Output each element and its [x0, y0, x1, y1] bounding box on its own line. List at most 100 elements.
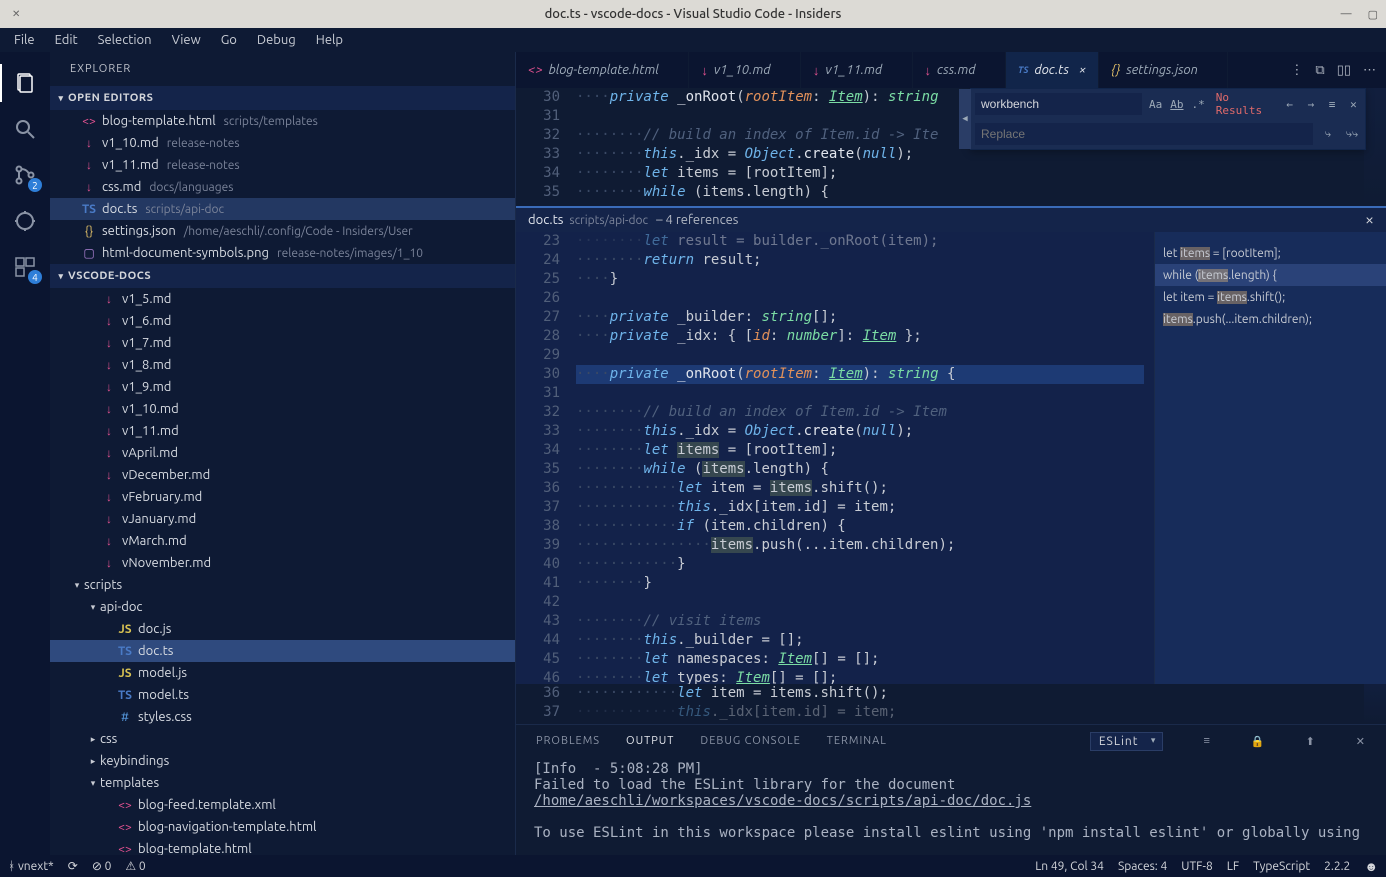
reference-item[interactable]: let item = items.shift(); — [1155, 286, 1386, 308]
status-tsversion[interactable]: 2.2.2 — [1324, 860, 1350, 873]
editor-tab[interactable]: ↓v1_11.md× — [801, 52, 913, 88]
compare-icon[interactable]: ⧉ — [1315, 63, 1324, 78]
file-item[interactable]: ↓vNovember.md — [50, 552, 515, 574]
status-branch[interactable]: ᚼ vnext* — [8, 860, 54, 873]
minimap[interactable] — [1364, 88, 1386, 206]
reference-item[interactable]: items.push(...item.children); — [1155, 308, 1386, 330]
file-item[interactable]: <>blog-feed.template.xml — [50, 794, 515, 816]
minimap[interactable] — [1364, 684, 1386, 724]
editor-lower[interactable]: 3637 ············let item = items.shift(… — [516, 684, 1386, 724]
editor-tab[interactable]: TSdoc.ts× — [1006, 52, 1099, 88]
window-close-icon[interactable]: ✕ — [6, 8, 26, 20]
folder-item[interactable]: ▾api-doc — [50, 596, 515, 618]
open-editor-item[interactable]: TSdoc.tsscripts/api-doc — [50, 198, 515, 220]
editor-upper[interactable]: 303132333435 ····private _onRoot(rootIte… — [516, 88, 1386, 206]
panel-tab-output[interactable]: OUTPUT — [626, 735, 674, 747]
folder-item[interactable]: ▸keybindings — [50, 750, 515, 772]
more-icon[interactable]: ⋯ — [1363, 63, 1376, 78]
find-toggle-replace-icon[interactable]: ◀ — [959, 89, 971, 149]
activity-debug-icon[interactable] — [0, 198, 50, 244]
file-item[interactable]: ↓v1_6.md — [50, 310, 515, 332]
file-item[interactable]: ↓vMarch.md — [50, 530, 515, 552]
folder-item[interactable]: ▾templates — [50, 772, 515, 794]
panel-maximize-icon[interactable]: ⬆ — [1306, 735, 1316, 748]
status-eol[interactable]: LF — [1227, 860, 1239, 873]
file-item[interactable]: ↓vDecember.md — [50, 464, 515, 486]
menu-debug[interactable]: Debug — [247, 31, 306, 49]
file-item[interactable]: ↓v1_10.md — [50, 398, 515, 420]
replace-input[interactable] — [975, 123, 1313, 145]
file-item[interactable]: ↓v1_9.md — [50, 376, 515, 398]
activity-search-icon[interactable] — [0, 106, 50, 152]
tab-close-icon[interactable]: × — [1079, 63, 1086, 77]
menu-help[interactable]: Help — [306, 31, 353, 49]
panel-lock-icon[interactable]: 🔒 — [1251, 735, 1266, 748]
activity-extensions-icon[interactable]: 4 — [0, 244, 50, 290]
panel-tab-problems[interactable]: PROBLEMS — [536, 735, 600, 747]
output-body[interactable]: [Info - 5:08:28 PM] Failed to load the E… — [516, 757, 1386, 850]
file-item[interactable]: TSmodel.ts — [50, 684, 515, 706]
output-channel-select[interactable]: ESLint — [1090, 732, 1164, 751]
activity-explorer-icon[interactable] — [0, 60, 50, 106]
open-editor-item[interactable]: ↓css.mddocs/languages — [50, 176, 515, 198]
editor-tab[interactable]: ↓css.md× — [913, 52, 1006, 88]
find-prev-icon[interactable]: ← — [1282, 98, 1297, 111]
find-next-icon[interactable]: → — [1303, 98, 1318, 111]
status-sync-icon[interactable]: ⟳ — [68, 859, 78, 873]
status-lncol[interactable]: Ln 49, Col 34 — [1035, 860, 1104, 873]
folder-item[interactable]: ▾scripts — [50, 574, 515, 596]
open-editor-item[interactable]: ↓v1_11.mdrelease-notes — [50, 154, 515, 176]
reference-item[interactable]: while (items.length) { — [1155, 264, 1386, 286]
open-editor-item[interactable]: <>blog-template.htmlscripts/templates — [50, 110, 515, 132]
status-language[interactable]: TypeScript — [1253, 860, 1310, 873]
folder-item[interactable]: ▸css — [50, 728, 515, 750]
match-wholeword-icon[interactable]: Ab — [1169, 98, 1184, 111]
panel-close-icon[interactable]: ✕ — [1356, 735, 1366, 748]
reference-item[interactable]: let items = [rootItem]; — [1155, 242, 1386, 264]
menu-go[interactable]: Go — [211, 31, 247, 49]
file-item[interactable]: ↓v1_5.md — [50, 288, 515, 310]
window-minimize-icon[interactable]: — — [1333, 8, 1360, 21]
output-link[interactable]: /home/aeschli/workspaces/vscode-docs/scr… — [534, 793, 1031, 809]
replace-one-icon[interactable]: ⤷ — [1319, 127, 1337, 141]
references-editor[interactable]: 2324252627282930313233343536373839404142… — [516, 232, 1154, 684]
find-input[interactable] — [975, 93, 1142, 115]
find-close-icon[interactable]: ✕ — [1346, 98, 1361, 111]
file-item[interactable]: JSdoc.js — [50, 618, 515, 640]
status-feedback-icon[interactable]: ☻ — [1364, 859, 1378, 874]
open-editor-item[interactable]: ↓v1_10.mdrelease-notes — [50, 132, 515, 154]
status-errors[interactable]: ⊘ 0 — [92, 859, 112, 873]
activity-scm-icon[interactable]: 2 — [0, 152, 50, 198]
references-close-icon[interactable]: × — [1365, 211, 1374, 229]
split-editor-icon[interactable]: ▯▯ — [1337, 63, 1351, 78]
file-item[interactable]: ↓vJanuary.md — [50, 508, 515, 530]
window-maximize-icon[interactable]: ▢ — [1360, 8, 1386, 21]
tab-overflow-icon[interactable]: ⋮ — [1290, 63, 1303, 78]
editor-tab[interactable]: ↓v1_10.md× — [689, 52, 801, 88]
open-editor-item[interactable]: ▢html-document-symbols.pngrelease-notes/… — [50, 242, 515, 264]
file-item[interactable]: #styles.css — [50, 706, 515, 728]
find-selection-icon[interactable]: ≡ — [1324, 98, 1339, 111]
project-header[interactable]: ▾ VSCODE-DOCS — [50, 264, 515, 288]
status-warnings[interactable]: ⚠ 0 — [125, 859, 145, 873]
file-item[interactable]: ↓v1_11.md — [50, 420, 515, 442]
file-item[interactable]: TSdoc.ts — [50, 640, 515, 662]
menu-view[interactable]: View — [162, 31, 211, 49]
status-spaces[interactable]: Spaces: 4 — [1118, 860, 1167, 873]
panel-tab-debug-console[interactable]: DEBUG CONSOLE — [700, 735, 800, 747]
file-item[interactable]: <>blog-template.html — [50, 838, 515, 855]
file-item[interactable]: <>blog-navigation-template.html — [50, 816, 515, 838]
file-item[interactable]: ↓vApril.md — [50, 442, 515, 464]
editor-tab[interactable]: <>blog-template.html× — [516, 52, 689, 88]
match-case-icon[interactable]: Aa — [1148, 98, 1163, 111]
editor-tab[interactable]: {}settings.json× — [1099, 52, 1228, 88]
file-item[interactable]: ↓vFebruary.md — [50, 486, 515, 508]
replace-all-icon[interactable]: ⤷⤷ — [1343, 127, 1361, 141]
file-item[interactable]: ↓v1_7.md — [50, 332, 515, 354]
open-editor-item[interactable]: {}settings.json/home/aeschli/.config/Cod… — [50, 220, 515, 242]
open-editors-header[interactable]: ▾ OPEN EDITORS — [50, 86, 515, 110]
panel-tab-terminal[interactable]: TERMINAL — [827, 735, 887, 747]
file-item[interactable]: ↓v1_8.md — [50, 354, 515, 376]
menu-selection[interactable]: Selection — [88, 31, 162, 49]
panel-clear-icon[interactable]: ≡ — [1203, 735, 1210, 747]
